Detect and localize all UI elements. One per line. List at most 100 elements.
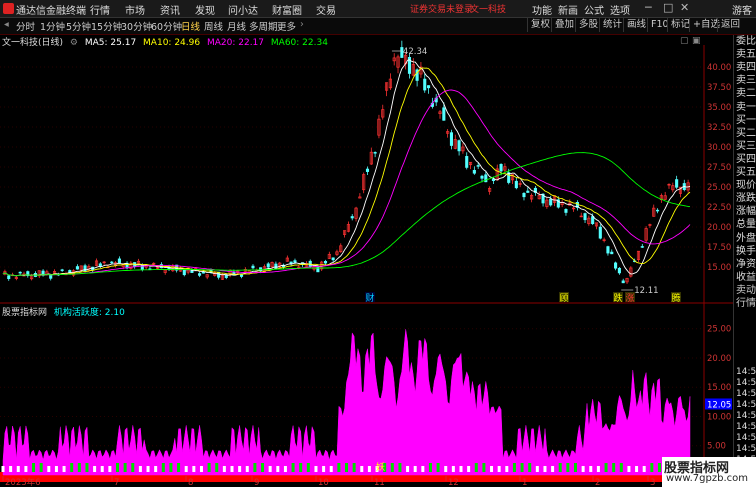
indicator-white-bar — [627, 466, 631, 472]
indicator-white-bar — [184, 466, 188, 472]
candle-body — [427, 85, 431, 89]
candle-body — [617, 267, 621, 274]
indicator-green-bar — [345, 463, 348, 472]
indicator-green-bar — [85, 463, 89, 472]
candle-body — [110, 261, 114, 264]
indicator-white-bar — [230, 466, 234, 472]
indicator-green-bar — [512, 463, 516, 472]
date-tick-label: 10 — [318, 478, 329, 487]
candle-body — [201, 271, 205, 274]
indicator-white-bar — [421, 466, 425, 472]
indicator-tick-label: 20.00 — [707, 354, 731, 364]
candle-body — [442, 107, 446, 121]
candle-body — [457, 140, 461, 152]
indicator-green-bar — [390, 463, 394, 472]
candle-body — [526, 190, 530, 193]
indicator-white-bar — [490, 466, 494, 472]
indicator-green-bar — [32, 463, 36, 472]
indicator-white-bar — [192, 466, 196, 472]
candle-body — [251, 265, 255, 269]
price-tick-label: 20.00 — [707, 223, 731, 233]
indicator-white-bar — [154, 466, 158, 472]
indicator-white-bar — [146, 466, 150, 472]
indicator-green-bar — [70, 463, 74, 472]
indicator-green-bar — [619, 463, 623, 472]
indicator-green-bar — [574, 463, 577, 472]
chart-canvas[interactable]: 40.0037.5035.0032.5030.0027.5025.0022.50… — [0, 0, 756, 487]
indicator-green-bar — [77, 463, 81, 472]
indicator-white-bar — [283, 466, 287, 472]
indicator-white-bar — [543, 466, 547, 472]
quote-field-label: 卖二 — [736, 88, 756, 100]
indicator-white-bar — [138, 466, 142, 472]
candle-body — [606, 246, 610, 254]
indicator-white-bar — [276, 466, 280, 472]
ma5-line — [2, 59, 691, 277]
quote-field-label: 现价 — [736, 180, 756, 192]
indicator-white-bar — [505, 466, 509, 472]
quote-field-label: 买二 — [736, 127, 756, 139]
candle-body — [476, 165, 480, 167]
quote-field-label: 卖动 — [736, 284, 756, 296]
event-mark: 涨 — [626, 293, 635, 304]
indicator-green-bar — [558, 463, 562, 472]
indicator-white-bar — [245, 466, 249, 472]
indicator-white-bar — [329, 466, 333, 472]
candle-body — [465, 156, 469, 168]
indicator-current-value: 12.05 — [707, 400, 731, 410]
candle-body — [323, 260, 328, 264]
quote-field-label: 卖三 — [736, 75, 756, 87]
indicator-green-bar — [337, 463, 341, 472]
date-tick-label: 12 — [448, 478, 459, 487]
price-tick-label: 37.50 — [707, 83, 731, 93]
indicator-white-bar — [635, 466, 639, 472]
candle-body — [239, 274, 244, 277]
indicator-green-bar — [398, 463, 402, 472]
ma10-line — [2, 67, 691, 277]
indicator-green-bar — [650, 463, 654, 472]
date-tick-label: 3 — [650, 478, 655, 487]
candle-body — [640, 246, 644, 248]
candle-body — [522, 192, 526, 198]
indicator-white-bar — [93, 466, 97, 472]
candle-body — [75, 266, 79, 270]
indicator-green-bar — [657, 463, 661, 472]
quote-field-label: 外盘 — [736, 232, 756, 244]
indicator-name[interactable]: 股票指标网 — [2, 308, 47, 318]
price-tick-label: 27.50 — [707, 163, 731, 173]
quote-field-label: 买五 — [736, 167, 756, 178]
watermark-url: www.7gpzb.com — [666, 473, 748, 484]
indicator-green-bar — [604, 463, 608, 472]
indicator-legend: 股票指标网 机构活跃度: 2.10 — [2, 305, 125, 318]
indicator-tick-label: 10.00 — [707, 412, 731, 422]
candle-body — [449, 132, 454, 146]
price-tick-label: 30.00 — [707, 143, 731, 153]
indicator-white-bar — [596, 466, 600, 472]
candle-body — [350, 216, 354, 219]
candle-body — [117, 258, 121, 264]
indicator-white-bar — [444, 466, 448, 472]
candle-body — [331, 257, 335, 261]
quote-field-label: 卖五 — [736, 49, 756, 61]
indicator-tick-label: 5.00 — [707, 442, 726, 452]
quote-field-label: 卖一 — [736, 101, 756, 113]
candle-body — [675, 179, 679, 188]
date-tick-label: 2 — [595, 478, 600, 487]
indicator-white-bar — [581, 466, 585, 472]
indicator-inner-mark: 妖 — [376, 461, 385, 473]
indicator-white-bar — [642, 466, 646, 472]
indicator-green-bar — [428, 463, 432, 472]
ma60-line — [2, 152, 691, 277]
candle-body — [621, 280, 625, 284]
candle-body — [7, 275, 11, 280]
indicator-white-bar — [16, 466, 20, 472]
indicator-green-bar — [299, 463, 303, 472]
indicator-tick-label: 15.00 — [707, 383, 731, 393]
candle-body — [423, 78, 427, 91]
quote-field-label: 净资 — [736, 258, 756, 270]
candle-body — [293, 260, 297, 263]
price-tick-label: 40.00 — [707, 63, 731, 73]
indicator-green-bar — [161, 463, 165, 472]
event-mark: 顾 — [560, 293, 569, 304]
indicator-white-bar — [108, 466, 112, 472]
